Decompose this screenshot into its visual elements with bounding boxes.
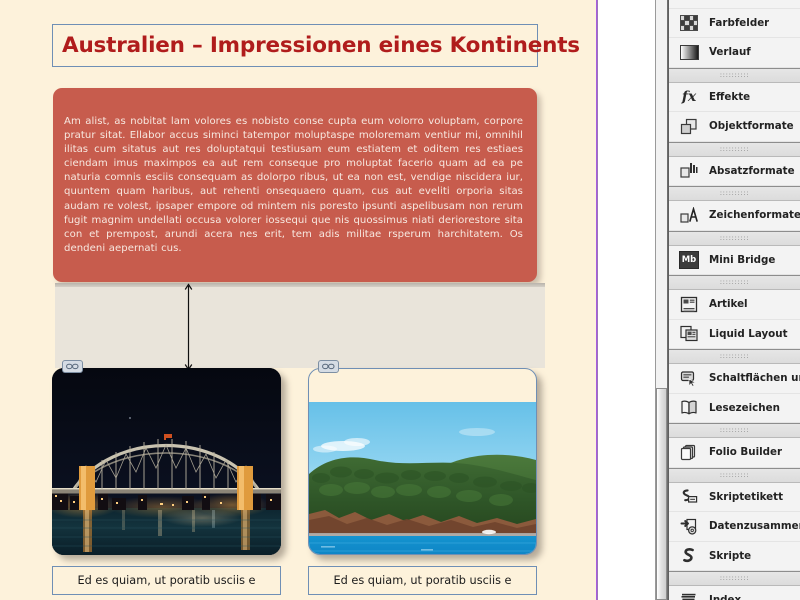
panel-item-effekte[interactable]: fx Effekte	[669, 83, 800, 113]
panel-group-grip[interactable]: ::::::::::	[669, 423, 800, 438]
panel-item-artikel[interactable]: Artikel	[669, 290, 800, 320]
grip-dots-icon: ::::::::::	[720, 353, 750, 360]
panel-item-skripte[interactable]: Skripte	[669, 542, 800, 572]
swatches-icon	[679, 13, 699, 33]
mini-bridge-icon: Mb	[679, 250, 699, 270]
grip-dots-icon: ::::::::::	[720, 146, 750, 153]
panel-item-absatzformate[interactable]: Absatzformate	[669, 157, 800, 187]
gray-band	[55, 287, 545, 368]
bookmarks-icon	[679, 398, 699, 418]
panel-dock[interactable]: KonturFarbfelderVerlauf::::::::::fx Effek…	[668, 0, 800, 600]
chain-link-icon	[322, 363, 335, 370]
grip-dots-icon: ::::::::::	[720, 427, 750, 434]
panel-item-folio-builder[interactable]: Folio Builder	[669, 438, 800, 468]
title-text-frame[interactable]: Australien – Impressionen eines Kontinen…	[52, 24, 538, 67]
panel-item-label: Artikel	[709, 298, 748, 310]
right-image-link-badge[interactable]	[318, 360, 339, 373]
script-label-icon	[679, 487, 699, 507]
panel-item-label: Schaltflächen und Fo	[709, 372, 800, 384]
panel-item-liquid-layout[interactable]: Liquid Layout	[669, 320, 800, 350]
index-icon	[679, 590, 699, 600]
panel-group-grip[interactable]: ::::::::::	[669, 571, 800, 586]
panel-item-skriptetikett[interactable]: Skriptetikett	[669, 483, 800, 513]
left-image-link-badge[interactable]	[62, 360, 83, 373]
panel-group-grip[interactable]: ::::::::::	[669, 142, 800, 157]
panel-item-label: Mini Bridge	[709, 254, 775, 266]
vertical-scrollbar-thumb[interactable]	[656, 388, 667, 600]
panel-item-label: Absatzformate	[709, 165, 795, 177]
chain-link-icon	[66, 363, 79, 370]
gradient-icon	[679, 42, 699, 62]
left-caption-text: Ed es quiam, ut poratib usciis e	[77, 574, 255, 587]
stroke-icon	[679, 0, 699, 3]
left-image-frame[interactable]	[52, 368, 281, 555]
buttons-forms-icon	[679, 368, 699, 388]
panel-item-label: Effekte	[709, 91, 750, 103]
left-caption-frame[interactable]: Ed es quiam, ut poratib usciis e	[52, 566, 281, 595]
character-styles-icon	[679, 205, 699, 225]
panel-item-label: Farbfelder	[709, 17, 769, 29]
australian-coastline-image	[309, 402, 536, 555]
grip-dots-icon: ::::::::::	[720, 279, 750, 286]
right-caption-text: Ed es quiam, ut poratib usciis e	[333, 574, 511, 587]
grip-dots-icon: ::::::::::	[720, 235, 750, 242]
body-text-frame[interactable]: Am alist, as nobitat lam volores es nobi…	[53, 88, 537, 282]
panel-item-label: Skripte	[709, 550, 751, 562]
body-text: Am alist, as nobitat lam volores es nobi…	[64, 115, 523, 256]
panel-group-grip[interactable]: ::::::::::	[669, 349, 800, 364]
panel-item-label: Lesezeichen	[709, 402, 780, 414]
grip-dots-icon: ::::::::::	[720, 190, 750, 197]
right-image-frame[interactable]	[308, 368, 537, 555]
panel-item-farbfelder[interactable]: Farbfelder	[669, 9, 800, 39]
application-window: Australien – Impressionen eines Kontinen…	[0, 0, 800, 600]
right-caption-frame[interactable]: Ed es quiam, ut poratib usciis e	[308, 566, 537, 595]
grip-dots-icon: ::::::::::	[720, 72, 750, 79]
panel-item-label: Skriptetikett	[709, 491, 783, 503]
panel-item-label: Liquid Layout	[709, 328, 788, 340]
vertical-double-arrow-icon	[183, 283, 194, 371]
panel-item-label: Verlauf	[709, 46, 751, 58]
panel-item-label: Index	[709, 594, 741, 600]
grip-dots-icon: ::::::::::	[720, 472, 750, 479]
data-merge-icon	[679, 516, 699, 536]
panel-item-objektformate[interactable]: Objektformate	[669, 112, 800, 142]
panel-item-label: Objektformate	[709, 120, 794, 132]
sydney-harbour-bridge-night-image	[52, 368, 281, 555]
object-styles-icon	[679, 116, 699, 136]
panel-group-grip[interactable]: ::::::::::	[669, 275, 800, 290]
pasteboard	[598, 0, 655, 600]
panel-item-label: Datenzusammenführu	[709, 520, 800, 532]
panel-group-grip[interactable]: ::::::::::	[669, 68, 800, 83]
panel-item-mini-bridge[interactable]: Mb Mini Bridge	[669, 246, 800, 276]
panel-item-schaltfl-chen-und-fo[interactable]: Schaltflächen und Fo	[669, 364, 800, 394]
panel-item-datenzusammenf-hru[interactable]: Datenzusammenführu	[669, 512, 800, 542]
document-canvas[interactable]: Australien – Impressionen eines Kontinen…	[0, 0, 597, 600]
panel-group-grip[interactable]: ::::::::::	[669, 231, 800, 246]
panel-group-grip[interactable]: ::::::::::	[669, 186, 800, 201]
panel-item-label: Zeichenformate	[709, 209, 800, 221]
panel-item-index[interactable]: Index	[669, 586, 800, 600]
panel-item-kontur[interactable]: Kontur	[669, 0, 800, 9]
panel-group-grip[interactable]: ::::::::::	[669, 468, 800, 483]
effects-fx-icon: fx	[679, 87, 699, 107]
panel-item-label: Folio Builder	[709, 446, 782, 458]
panel-item-lesezeichen[interactable]: Lesezeichen	[669, 394, 800, 424]
page-title: Australien – Impressionen eines Kontinen…	[53, 33, 580, 58]
articles-icon	[679, 294, 699, 314]
folio-builder-icon	[679, 442, 699, 462]
panel-item-zeichenformate[interactable]: Zeichenformate	[669, 201, 800, 231]
liquid-layout-icon	[679, 324, 699, 344]
paragraph-styles-icon	[679, 161, 699, 181]
scripts-icon	[679, 546, 699, 566]
grip-dots-icon: ::::::::::	[720, 575, 750, 582]
panel-item-verlauf[interactable]: Verlauf	[669, 38, 800, 68]
